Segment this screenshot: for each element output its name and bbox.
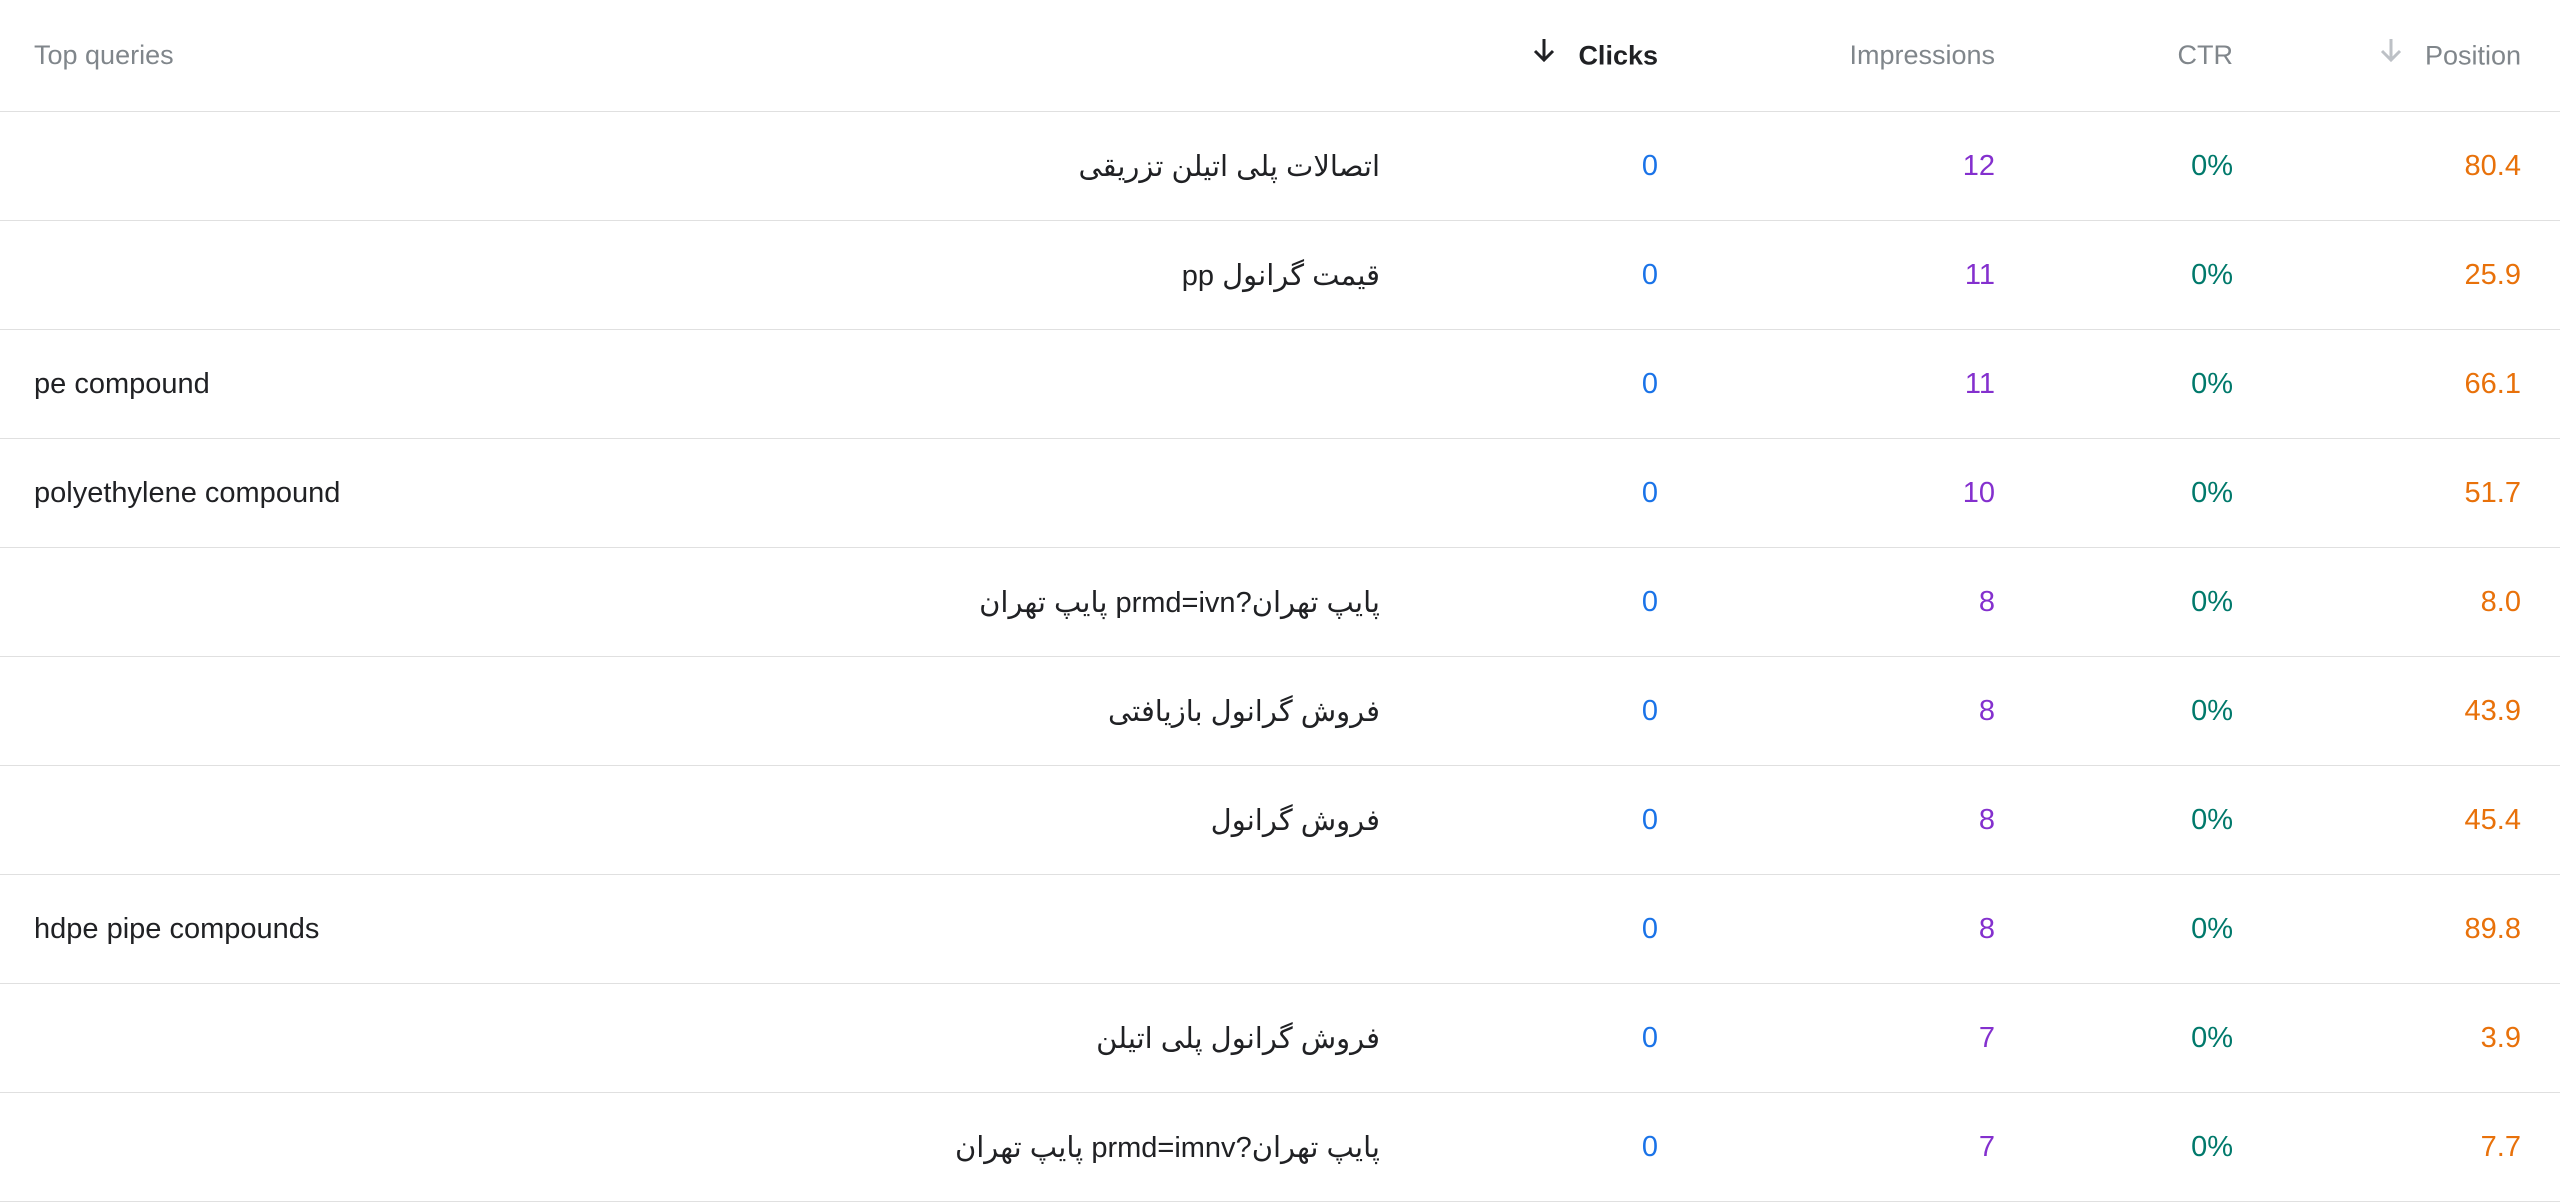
table-row[interactable]: پایپ تهران?prmd=imnv پایپ تهران 0 7 0% 7… <box>0 1093 2560 1202</box>
position-cell: 3.9 <box>2480 1021 2521 1054</box>
clicks-cell: 0 <box>1641 585 1658 618</box>
ctr-cell: 0% <box>2191 585 2233 618</box>
clicks-cell: 0 <box>1641 149 1658 182</box>
clicks-cell: 0 <box>1641 1021 1658 1054</box>
impressions-cell: 8 <box>1978 803 1995 836</box>
query-cell: pe compound <box>34 367 210 400</box>
ctr-cell: 0% <box>2191 476 2233 509</box>
impressions-cell: 7 <box>1978 1021 1995 1054</box>
query-cell: فروش گرانول <box>1210 804 1380 837</box>
top-queries-table: Top queries Clicks Impressions CTR Posit… <box>0 0 2560 1202</box>
impressions-cell: 11 <box>1964 367 1995 400</box>
clicks-column-label: Clicks <box>1578 40 1658 71</box>
impressions-cell: 7 <box>1978 1130 1995 1163</box>
ctr-column-header[interactable]: CTR <box>1995 40 2234 71</box>
impressions-cell: 11 <box>1964 258 1995 291</box>
table-row[interactable]: قیمت گرانول pp 0 11 0% 25.9 <box>0 221 2560 330</box>
clicks-cell: 0 <box>1641 367 1658 400</box>
ctr-cell: 0% <box>2191 367 2233 400</box>
query-cell: فروش گرانول بازیافتی <box>1108 695 1380 728</box>
impressions-cell: 8 <box>1978 912 1995 945</box>
clicks-cell: 0 <box>1641 476 1658 509</box>
clicks-cell: 0 <box>1641 258 1658 291</box>
table-row[interactable]: فروش گرانول بازیافتی 0 8 0% 43.9 <box>0 657 2560 766</box>
table-row[interactable]: polyethylene compound 0 10 0% 51.7 <box>0 439 2560 548</box>
position-cell: 66.1 <box>2464 367 2521 400</box>
clicks-cell: 0 <box>1641 1130 1658 1163</box>
position-cell: 45.4 <box>2464 803 2521 836</box>
impressions-cell: 8 <box>1978 694 1995 727</box>
arrow-down-icon <box>2379 37 2403 70</box>
query-cell: hdpe pipe compounds <box>34 912 320 945</box>
ctr-cell: 0% <box>2191 912 2233 945</box>
impressions-cell: 8 <box>1978 585 1995 618</box>
position-column-label: Position <box>2424 40 2521 71</box>
clicks-cell: 0 <box>1641 694 1658 727</box>
ctr-cell: 0% <box>2191 694 2233 727</box>
query-cell: پایپ تهران?prmd=imnv پایپ تهران <box>954 1131 1380 1164</box>
position-cell: 51.7 <box>2464 476 2521 509</box>
ctr-column-label: CTR <box>2177 40 2234 70</box>
ctr-cell: 0% <box>2191 258 2233 291</box>
table-row[interactable]: hdpe pipe compounds 0 8 0% 89.8 <box>0 875 2560 984</box>
impressions-column-label: Impressions <box>1849 40 1995 70</box>
query-cell: اتصالات پلی اتیلن تزریقی <box>1078 150 1380 183</box>
impressions-cell: 10 <box>1962 476 1995 509</box>
query-cell: پایپ تهران?prmd=ivn پایپ تهران <box>979 586 1380 619</box>
table-row[interactable]: پایپ تهران?prmd=ivn پایپ تهران 0 8 0% 8.… <box>0 548 2560 657</box>
query-column-header[interactable]: Top queries <box>0 40 1380 71</box>
ctr-cell: 0% <box>2191 149 2233 182</box>
table-row[interactable]: pe compound 0 11 0% 66.1 <box>0 330 2560 439</box>
ctr-cell: 0% <box>2191 1130 2233 1163</box>
clicks-cell: 0 <box>1641 803 1658 836</box>
position-cell: 89.8 <box>2464 912 2521 945</box>
table-row[interactable]: اتصالات پلی اتیلن تزریقی 0 12 0% 80.4 <box>0 112 2560 221</box>
clicks-cell: 0 <box>1641 912 1658 945</box>
query-column-label: Top queries <box>34 40 174 70</box>
table-header: Top queries Clicks Impressions CTR Posit… <box>0 0 2560 112</box>
impressions-cell: 12 <box>1962 149 1995 182</box>
table-row[interactable]: فروش گرانول 0 8 0% 45.4 <box>0 766 2560 875</box>
table-row[interactable]: فروش گرانول پلی اتیلن 0 7 0% 3.9 <box>0 984 2560 1093</box>
position-cell: 25.9 <box>2464 258 2521 291</box>
position-cell: 7.7 <box>2480 1130 2521 1163</box>
query-cell: قیمت گرانول pp <box>1181 259 1380 292</box>
position-cell: 80.4 <box>2464 149 2521 182</box>
query-cell: polyethylene compound <box>34 476 341 509</box>
ctr-cell: 0% <box>2191 803 2233 836</box>
position-cell: 8.0 <box>2480 585 2521 618</box>
ctr-cell: 0% <box>2191 1021 2233 1054</box>
clicks-column-header[interactable]: Clicks <box>1380 39 1658 72</box>
arrow-down-icon <box>1532 37 1556 70</box>
position-cell: 43.9 <box>2464 694 2521 727</box>
query-cell: فروش گرانول پلی اتیلن <box>1096 1022 1380 1055</box>
impressions-column-header[interactable]: Impressions <box>1658 40 1995 71</box>
position-column-header[interactable]: Position <box>2233 39 2521 72</box>
